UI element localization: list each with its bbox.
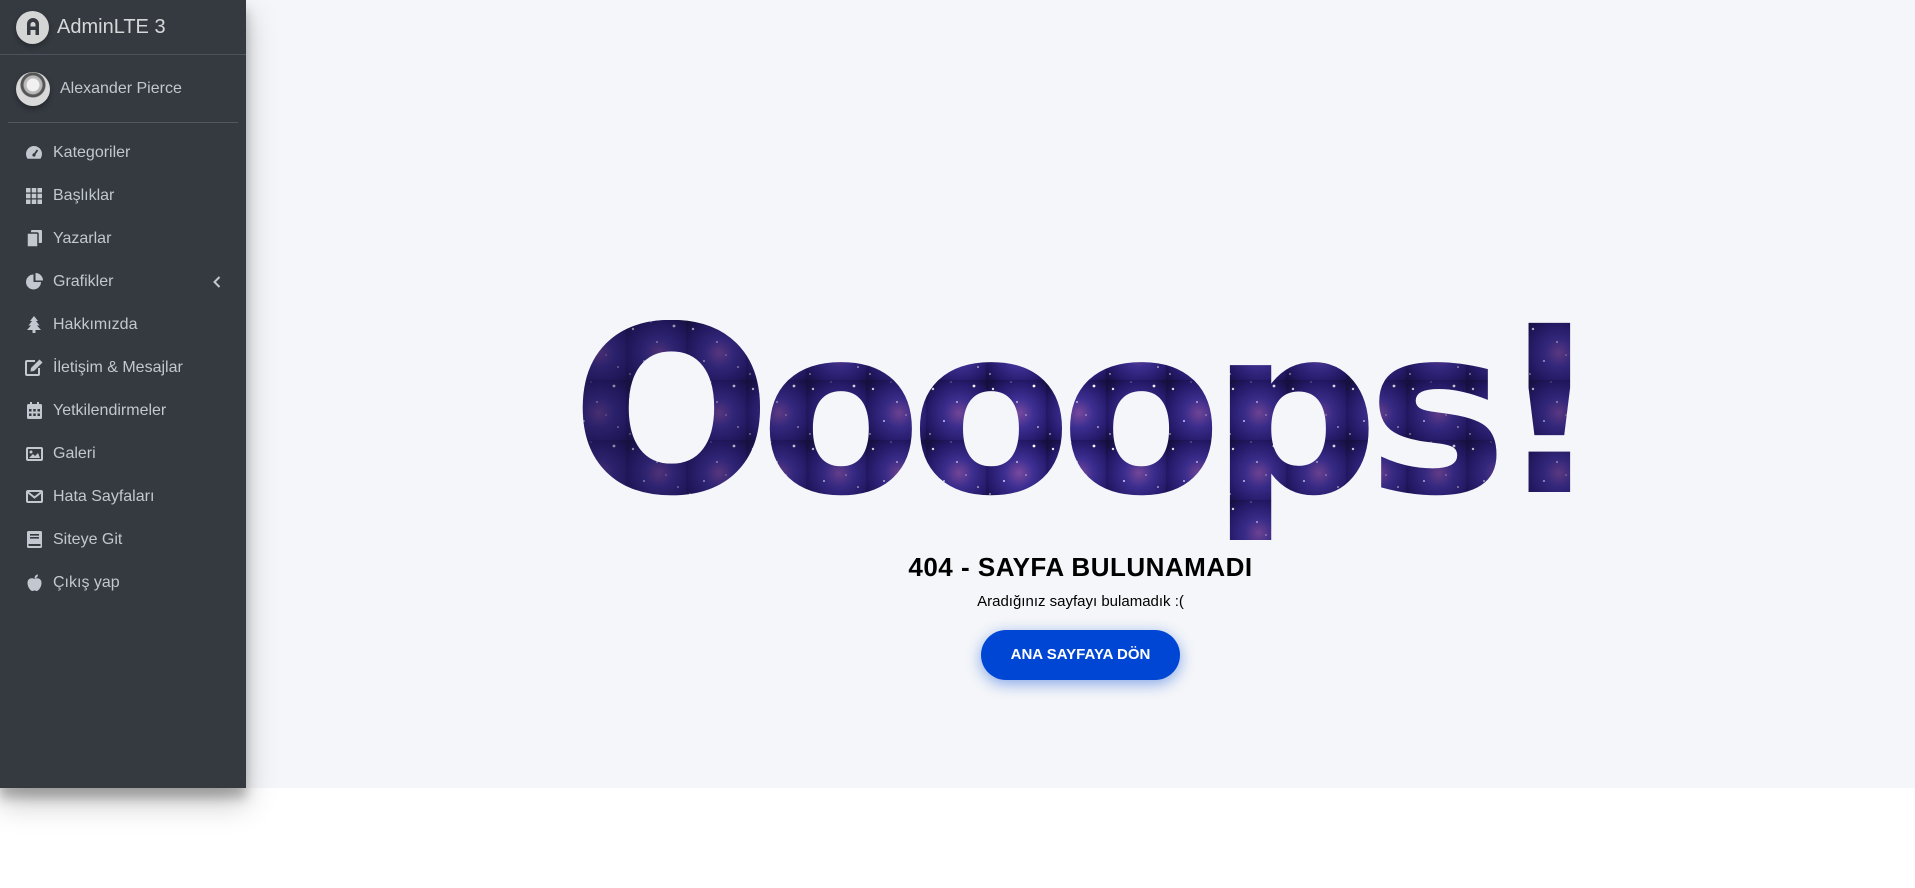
oops-text-shade: Oooops! bbox=[571, 320, 1591, 540]
sidebar-item-label: Grafikler bbox=[53, 272, 114, 290]
not-found-panel: Oooops! Oooops! 404 - SAYFA BULUNAMADI A… bbox=[246, 320, 1915, 680]
content-wrapper: Oooops! Oooops! 404 - SAYFA BULUNAMADI A… bbox=[246, 0, 1915, 788]
sidebar-item-yazarlar[interactable]: Yazarlar bbox=[8, 217, 238, 260]
edit-icon bbox=[24, 358, 44, 378]
sidebar-item-label: Çıkış yap bbox=[53, 573, 120, 591]
pie-chart-icon bbox=[24, 272, 44, 292]
user-name[interactable]: Alexander Pierce bbox=[60, 80, 182, 98]
app-root: AdminLTE 3 Alexander Pierce Kategoriler … bbox=[0, 0, 1915, 788]
sidebar-item-cikis-yap[interactable]: Çıkış yap bbox=[8, 561, 238, 604]
sidebar-item-label: Siteye Git bbox=[53, 530, 123, 548]
sidebar-item-iletisim[interactable]: İletişim & Mesajlar bbox=[8, 346, 238, 389]
apple-icon bbox=[24, 573, 44, 593]
sidebar-nav: Kategoriler Başlıklar Yazarlar Grafikler bbox=[0, 123, 246, 604]
sidebar-item-kategoriler[interactable]: Kategoriler bbox=[8, 131, 238, 174]
brand-logo-icon bbox=[16, 10, 49, 44]
main-sidebar: AdminLTE 3 Alexander Pierce Kategoriler … bbox=[0, 0, 246, 788]
brand-link[interactable]: AdminLTE 3 bbox=[0, 0, 246, 55]
avatar[interactable] bbox=[16, 71, 50, 106]
sidebar-item-label: Kategoriler bbox=[53, 143, 131, 161]
tree-icon bbox=[24, 315, 44, 335]
sidebar-item-hata-sayfalari[interactable]: Hata Sayfaları bbox=[8, 475, 238, 518]
sidebar-item-label: Hata Sayfaları bbox=[53, 487, 155, 505]
sidebar-item-hakkimizda[interactable]: Hakkımızda bbox=[8, 303, 238, 346]
back-home-button[interactable]: ANA SAYFAYA DÖN bbox=[980, 630, 1181, 680]
book-icon bbox=[24, 530, 44, 550]
sidebar-item-galeri[interactable]: Galeri bbox=[8, 432, 238, 475]
tachometer-icon bbox=[24, 143, 44, 163]
sidebar-item-grafikler[interactable]: Grafikler bbox=[8, 260, 238, 303]
calendar-icon bbox=[24, 401, 44, 421]
grid-icon bbox=[24, 186, 44, 206]
sidebar-item-label: Yetkilendirmeler bbox=[53, 401, 167, 419]
sidebar-item-label: Yazarlar bbox=[53, 229, 112, 247]
sidebar-item-label: Başlıklar bbox=[53, 186, 115, 204]
oops-headline: Oooops! Oooops! bbox=[566, 320, 1596, 540]
chevron-left-icon[interactable] bbox=[212, 275, 222, 288]
sidebar-item-label: Galeri bbox=[53, 444, 96, 462]
sidebar-item-basliklar[interactable]: Başlıklar bbox=[8, 174, 238, 217]
sidebar-item-label: Hakkımızda bbox=[53, 315, 138, 333]
sidebar-item-label: İletişim & Mesajlar bbox=[53, 358, 183, 376]
copy-icon bbox=[24, 229, 44, 249]
brand-text: AdminLTE 3 bbox=[57, 15, 166, 38]
sidebar-item-siteye-git[interactable]: Siteye Git bbox=[8, 518, 238, 561]
sidebar-item-yetkilendirmeler[interactable]: Yetkilendirmeler bbox=[8, 389, 238, 432]
envelope-icon bbox=[24, 487, 44, 507]
image-icon bbox=[24, 444, 44, 464]
error-title: 404 - SAYFA BULUNAMADI bbox=[908, 552, 1253, 582]
error-message: Aradığınız sayfayı bulamadık :( bbox=[977, 593, 1184, 610]
user-panel[interactable]: Alexander Pierce bbox=[8, 55, 238, 123]
